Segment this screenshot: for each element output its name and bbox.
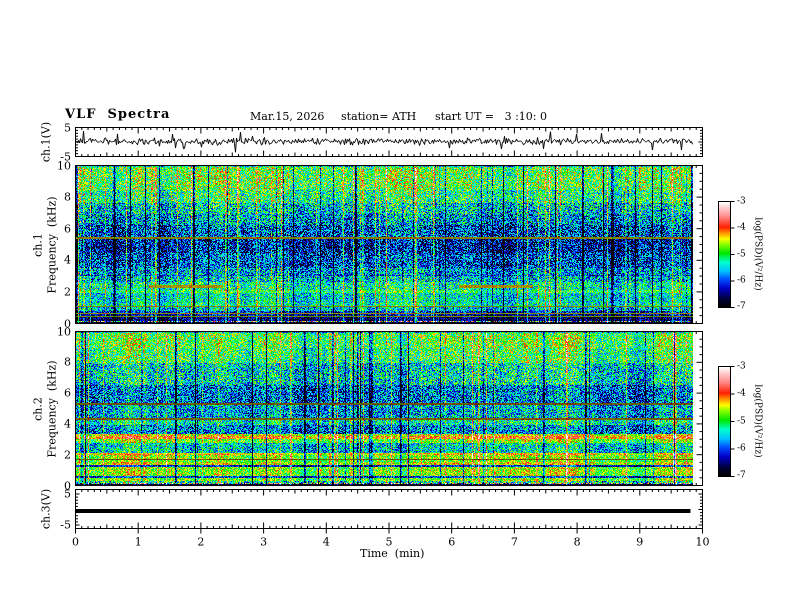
ch1-spectrogram-canvas xyxy=(76,166,693,323)
time-tick-label: 8 xyxy=(573,535,581,549)
ch1-waveform-canvas xyxy=(76,128,693,156)
colorbar1-tick-label: -7 xyxy=(737,301,746,312)
time-tick-label: 5 xyxy=(385,535,393,549)
freq-tick-label-spec2: 6 xyxy=(64,386,71,400)
freq-tick-label-spec2: 10 xyxy=(57,325,71,338)
colorbar2-tick-label: -6 xyxy=(737,443,746,454)
colorbar1-tick-label: -3 xyxy=(737,196,746,207)
ch1-volt-tick-label: -5 xyxy=(60,150,71,163)
freq-tick-label-spec1: 4 xyxy=(64,253,71,267)
colorbar1-tick-label: -6 xyxy=(737,275,746,286)
ch3-volt-tick-label: -5 xyxy=(60,518,71,532)
time-tick-label: 10 xyxy=(695,535,710,549)
time-tick-label: 9 xyxy=(636,535,644,549)
ch3-volt-tick-label: 5 xyxy=(64,487,71,501)
ch1-volt-tick-label: 5 xyxy=(64,121,71,134)
freq-tick-label-spec2: 2 xyxy=(64,448,71,462)
freq-tick-label-spec2: 4 xyxy=(64,417,71,431)
colorbar2-tick-label: -7 xyxy=(737,470,746,481)
vlf-spectra-figure: VLF Spectra Mar.15, 2026 station= ATH st… xyxy=(0,0,792,612)
freq-tick-label-spec1: 6 xyxy=(64,222,71,236)
time-tick-label: 1 xyxy=(134,535,142,549)
colorbar2-tick-label: -5 xyxy=(737,416,746,426)
ch2-spectrogram-canvas xyxy=(76,332,693,485)
colorbar1-tick-label: -5 xyxy=(737,249,746,259)
time-tick-label: 0 xyxy=(72,535,79,549)
freq-tick-label-spec1: 8 xyxy=(64,190,71,204)
time-tick-label: 6 xyxy=(448,535,456,549)
colorbar2-tick-label: -3 xyxy=(737,361,746,372)
colorbar2-canvas xyxy=(719,367,730,476)
colorbar2-tick-label: -4 xyxy=(737,388,746,399)
colorbar1-tick-label: -4 xyxy=(737,222,746,233)
time-tick-label: 7 xyxy=(510,535,518,549)
time-tick-label: 3 xyxy=(260,535,268,549)
time-tick-label: 2 xyxy=(197,535,205,549)
freq-tick-label-spec1: 2 xyxy=(64,285,71,299)
colorbar1-canvas xyxy=(719,202,730,307)
time-tick-label: 4 xyxy=(322,535,330,549)
freq-tick-label-spec2: 8 xyxy=(64,355,71,369)
